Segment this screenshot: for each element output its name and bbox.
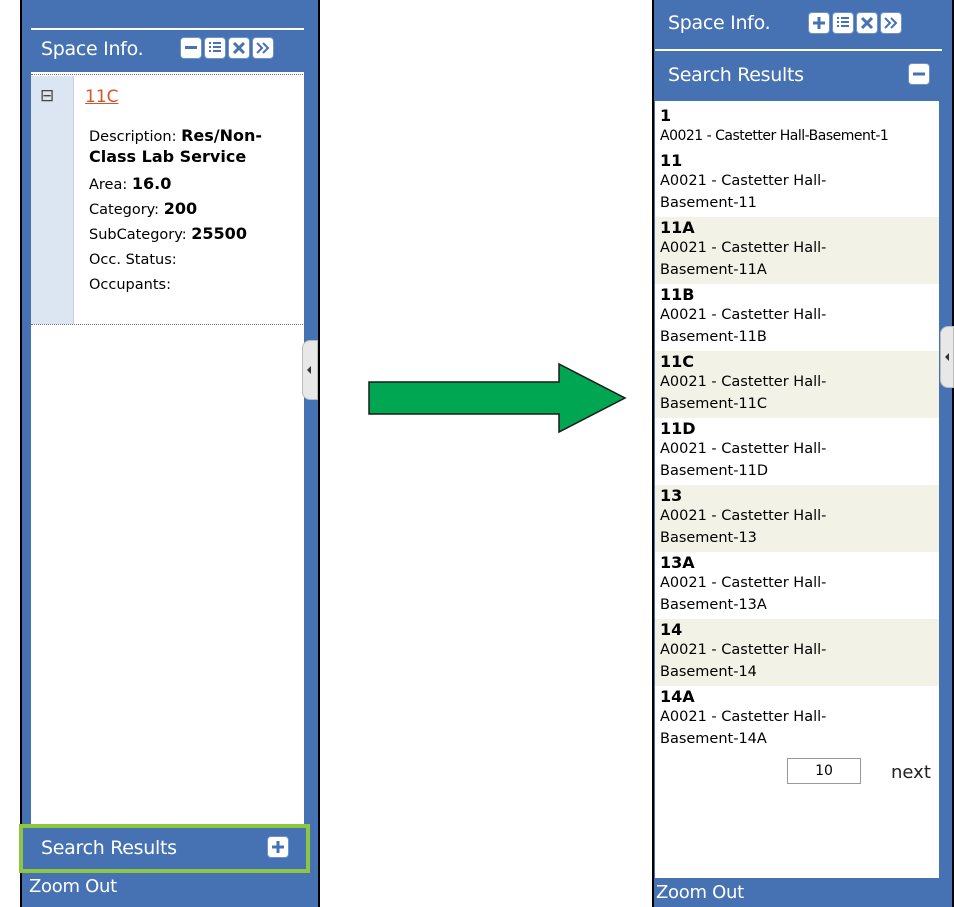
tree-dotted-top: [31, 74, 303, 75]
result-location: A0021 - Castetter Hall-Basement-13: [660, 508, 827, 546]
result-row[interactable]: 11D A0021 - Castetter Hall-Basement-11D: [655, 418, 939, 485]
result-row[interactable]: 14 A0021 - Castetter Hall-Basement-14: [655, 619, 939, 686]
right-space-info-title: Space Info.: [668, 12, 771, 34]
list-button[interactable]: [832, 12, 854, 34]
collapse-arrow-icon: [307, 366, 311, 374]
result-location: A0021 - Castetter Hall-Basement-11D: [660, 441, 827, 479]
tree-dotted-bottom: [31, 324, 303, 325]
detail-occupants: Occupants:: [89, 277, 171, 293]
page-size-input[interactable]: [787, 758, 861, 784]
collapse-search-results-button[interactable]: [908, 63, 930, 85]
expand-right-button[interactable]: [880, 12, 902, 34]
result-location: A0021 - Castetter Hall-Basement-11: [660, 173, 827, 211]
result-row[interactable]: 11B A0021 - Castetter Hall-Basement-11B: [655, 284, 939, 351]
right-header-divider: [655, 49, 942, 51]
result-id: 13: [660, 486, 683, 505]
plus-icon: [813, 17, 825, 29]
right-zoom-out-button[interactable]: Zoom Out: [656, 882, 744, 903]
left-space-info-title: Space Info.: [41, 38, 144, 60]
result-location: A0021 - Castetter Hall-Basement-14A: [660, 709, 827, 747]
result-id: 11B: [660, 285, 695, 304]
result-row[interactable]: 11 A0021 - Castetter Hall-Basement-11: [655, 150, 939, 217]
result-row[interactable]: 14A A0021 - Castetter Hall-Basement-14A: [655, 686, 939, 753]
result-id: 11: [660, 151, 683, 170]
minus-icon: [913, 72, 925, 76]
result-location: A0021 - Castetter Hall-Basement-13A: [660, 575, 827, 613]
result-row[interactable]: 1 A0021 - Castetter Hall-Basement-1: [655, 105, 939, 150]
result-location: A0021 - Castetter Hall-Basement-14: [660, 642, 827, 680]
left-search-results-label: Search Results: [41, 837, 177, 859]
expand-search-results-button[interactable]: [267, 836, 289, 858]
collapse-arrow-icon: [945, 353, 949, 361]
list-button[interactable]: [204, 37, 226, 59]
result-row[interactable]: 11A A0021 - Castetter Hall-Basement-11A: [655, 217, 939, 284]
left-splitter-handle[interactable]: [302, 340, 318, 400]
result-location: A0021 - Castetter Hall-Basement-1: [660, 128, 889, 144]
space-details: Description: Res/Non-Class Lab Service A…: [89, 126, 299, 297]
left-zoom-out-button[interactable]: Zoom Out: [29, 876, 117, 897]
result-row[interactable]: 13 A0021 - Castetter Hall-Basement-13: [655, 485, 939, 552]
result-location: A0021 - Castetter Hall-Basement-11C: [660, 374, 827, 412]
result-id: 14: [660, 620, 683, 639]
result-location: A0021 - Castetter Hall-Basement-11A: [660, 240, 827, 278]
detail-category: Category: 200: [89, 199, 198, 218]
detail-description: Description: Res/Non-Class Lab Service: [89, 126, 263, 166]
plus-icon: [272, 841, 284, 853]
result-id: 13A: [660, 553, 695, 572]
space-link-11c[interactable]: 11C: [85, 87, 119, 107]
result-location: A0021 - Castetter Hall-Basement-11B: [660, 307, 827, 345]
next-link[interactable]: next: [891, 762, 931, 783]
detail-subcategory: SubCategory: 25500: [89, 224, 247, 243]
right-splitter-handle[interactable]: [940, 326, 954, 388]
result-id: 11A: [660, 218, 695, 237]
close-button[interactable]: [228, 37, 250, 59]
left-header-toolbar: [178, 37, 274, 59]
result-id: 11C: [660, 352, 695, 371]
result-row[interactable]: 13A A0021 - Castetter Hall-Basement-13A: [655, 552, 939, 619]
result-id: 11D: [660, 419, 696, 438]
detail-area: Area: 16.0: [89, 174, 172, 193]
tree-gutter: [31, 76, 74, 324]
tree-collapse-icon[interactable]: ⊟: [40, 86, 54, 106]
expand-right-button[interactable]: [252, 37, 274, 59]
result-id: 14A: [660, 687, 695, 706]
right-search-results-label: Search Results: [668, 64, 804, 86]
transition-arrow-icon: [368, 362, 627, 434]
close-button[interactable]: [856, 12, 878, 34]
expand-button[interactable]: [808, 12, 830, 34]
result-row[interactable]: 11C A0021 - Castetter Hall-Basement-11C: [655, 351, 939, 418]
result-id: 1: [660, 106, 672, 125]
right-header-toolbar: [806, 12, 902, 34]
detail-occ-status: Occ. Status:: [89, 252, 177, 268]
collapse-button[interactable]: [180, 37, 202, 59]
